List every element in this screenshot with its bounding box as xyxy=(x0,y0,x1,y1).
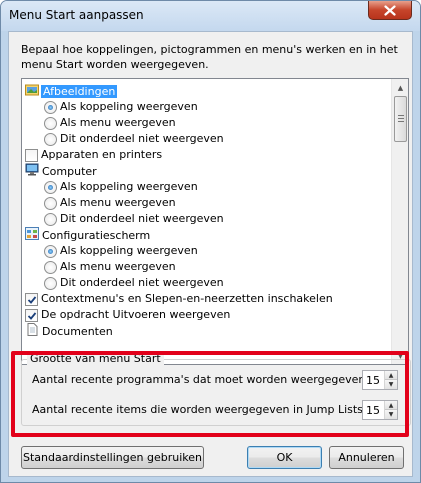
radio-option[interactable]: Als koppeling weergeven xyxy=(44,179,198,195)
list-category[interactable]: Computer xyxy=(25,163,97,179)
list-item-label: Dit onderdeel niet weergeven xyxy=(60,212,224,225)
radio-unchecked-icon[interactable] xyxy=(44,132,57,146)
dialog-window: Menu Start aanpassen Bepaal hoe koppelin… xyxy=(0,0,421,483)
list-item-label: Als koppeling weergeven xyxy=(60,100,198,113)
thumb-grip xyxy=(398,115,404,116)
radio-unchecked-icon[interactable] xyxy=(44,260,57,274)
dialog-description: Bepaal hoe koppelingen, pictogrammen en … xyxy=(21,43,398,71)
list-item-label: Afbeeldingen xyxy=(41,85,118,98)
title-bar[interactable]: Menu Start aanpassen xyxy=(1,1,420,31)
scroll-up-button[interactable]: ▲ xyxy=(392,79,409,96)
checkbox-option[interactable]: Apparaten en printers xyxy=(25,147,162,163)
radio-option[interactable]: Als menu weergeven xyxy=(44,115,176,131)
list-item-label: Configuratiescherm xyxy=(42,229,151,242)
window-title: Menu Start aanpassen xyxy=(9,8,144,22)
list-item-label: Als koppeling weergeven xyxy=(60,244,198,257)
radio-option[interactable]: Dit onderdeel niet weergeven xyxy=(44,275,224,291)
thumb-grip xyxy=(398,118,404,119)
list-item-label: Dit onderdeel niet weergeven xyxy=(60,276,224,289)
radio-option[interactable]: Dit onderdeel niet weergeven xyxy=(44,131,224,147)
pictures-folder-icon xyxy=(25,83,39,101)
options-list: Afbeeldingen Als koppeling weergeven Als m… xyxy=(22,79,390,364)
ok-button[interactable]: OK xyxy=(247,446,322,469)
list-category[interactable]: Afbeeldingen xyxy=(25,83,118,101)
checkbox-option[interactable]: De opdracht Uitvoeren weergeven xyxy=(25,307,230,323)
arrow-up-icon: ▲ xyxy=(397,83,404,92)
control-panel-icon xyxy=(25,227,39,245)
list-item-label: Als koppeling weergeven xyxy=(60,180,198,193)
list-item-label: Als menu weergeven xyxy=(60,260,176,273)
radio-unchecked-icon[interactable] xyxy=(44,196,57,210)
documents-icon xyxy=(25,323,39,341)
options-listbox[interactable]: Afbeeldingen Als koppeling weergeven Als m… xyxy=(21,78,409,365)
radio-option[interactable]: Als menu weergeven xyxy=(44,259,176,275)
radio-unchecked-icon[interactable] xyxy=(44,212,57,226)
radio-option[interactable]: Dit onderdeel niet weergeven xyxy=(44,211,224,227)
close-button[interactable] xyxy=(368,1,412,20)
cancel-button[interactable]: Annuleren xyxy=(329,446,404,469)
computer-icon xyxy=(25,163,39,181)
highlight-frame xyxy=(11,351,409,437)
radio-unchecked-icon[interactable] xyxy=(44,116,57,130)
close-icon xyxy=(384,4,396,16)
radio-option[interactable]: Als koppeling weergeven xyxy=(44,243,198,259)
list-item-label: Als menu weergeven xyxy=(60,196,176,209)
checkbox-checked-icon[interactable] xyxy=(25,308,38,322)
use-defaults-button[interactable]: Standaardinstellingen gebruiken xyxy=(21,446,204,469)
list-item-label: Als menu weergeven xyxy=(60,116,176,129)
scroll-thumb[interactable] xyxy=(394,96,407,142)
list-item-label: Dit onderdeel niet weergeven xyxy=(60,132,224,145)
list-category[interactable]: Documenten xyxy=(25,323,113,339)
checkbox-unchecked-icon[interactable] xyxy=(25,148,38,162)
radio-unchecked-icon[interactable] xyxy=(44,276,57,290)
radio-checked-icon[interactable] xyxy=(44,180,57,194)
list-item-label: Documenten xyxy=(42,325,113,338)
checkbox-option[interactable]: Contextmenu's en Slepen-en-neerzetten in… xyxy=(25,291,333,307)
list-item-label: Apparaten en printers xyxy=(41,148,163,161)
radio-checked-icon[interactable] xyxy=(44,100,57,114)
radio-option[interactable]: Als menu weergeven xyxy=(44,195,176,211)
radio-checked-icon[interactable] xyxy=(44,244,57,258)
radio-option[interactable]: Als koppeling weergeven xyxy=(44,99,198,115)
list-item-label: Contextmenu's en Slepen-en-neerzetten in… xyxy=(41,292,333,305)
list-category[interactable]: Configuratiescherm xyxy=(25,227,150,243)
checkbox-checked-icon[interactable] xyxy=(25,292,38,306)
list-item-label: Computer xyxy=(42,165,97,178)
thumb-grip xyxy=(398,121,404,122)
vertical-scrollbar[interactable]: ▲ ▼ xyxy=(391,79,408,364)
list-item-label: De opdracht Uitvoeren weergeven xyxy=(41,308,231,321)
